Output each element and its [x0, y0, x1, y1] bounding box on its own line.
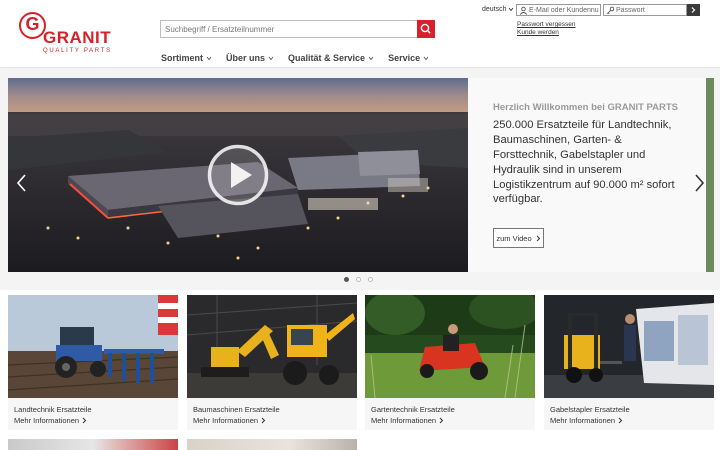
card-more-label: Mehr Informationen: [550, 416, 616, 425]
hero-text-panel: Herzlich Willkommen bei GRANIT PARTS 250…: [468, 78, 706, 272]
card-title: Baumaschinen Ersatzteile: [193, 405, 280, 414]
card-title: Landtechnik Ersatzteile: [14, 405, 92, 414]
lawn-tractor-photo: [365, 295, 535, 398]
slider-pagination: [344, 277, 373, 282]
chevron-left-icon: [16, 174, 26, 192]
language-label: deutsch: [482, 6, 507, 13]
logo-tagline: QUALITY PARTS: [43, 48, 112, 54]
excavator-warehouse-photo: [187, 295, 357, 398]
card-more-label: Mehr Informationen: [193, 416, 259, 425]
password-field: [603, 4, 687, 16]
slider-dot-1[interactable]: [344, 277, 349, 282]
search-icon: [420, 23, 431, 34]
card-image: [8, 295, 178, 398]
card-image: [187, 295, 357, 398]
card-title: Gartentechnik Ersatzteile: [371, 405, 455, 414]
nav-item-label: Über uns: [226, 53, 266, 63]
card-more-label: Mehr Informationen: [14, 416, 80, 425]
category-card-landtechnik[interactable]: Landtechnik Ersatzteile Mehr Information…: [8, 295, 178, 430]
video-button[interactable]: zum Video: [493, 228, 544, 248]
nav-item-qualitaet-service[interactable]: Qualität & Service: [288, 52, 374, 64]
chevron-down-icon: [268, 56, 274, 60]
category-card-gabelstapler[interactable]: Gabelstapler Ersatzteile Mehr Informatio…: [544, 295, 714, 430]
search-input[interactable]: [161, 21, 418, 37]
slider-next-button[interactable]: [692, 173, 706, 193]
granit-logo[interactable]: G GRANIT QUALITY PARTS: [19, 12, 114, 56]
main-nav: Sortiment Über uns Qualität & Service Se…: [161, 52, 429, 64]
search-bar: [160, 20, 435, 38]
key-icon: [606, 6, 615, 15]
chevron-down-icon: [206, 56, 212, 60]
email-input[interactable]: [529, 5, 600, 15]
forklift-van-photo: [544, 295, 714, 398]
user-icon: [519, 6, 528, 15]
category-card-partial-image[interactable]: [8, 439, 178, 450]
slider-dot-3[interactable]: [368, 277, 373, 282]
nav-item-label: Sortiment: [161, 53, 204, 63]
hero-slider: Herzlich Willkommen bei GRANIT PARTS 250…: [0, 68, 720, 290]
register-link[interactable]: Kunde werden: [517, 29, 559, 36]
card-title: Gabelstapler Ersatzteile: [550, 405, 630, 414]
category-card-partial-image[interactable]: [187, 439, 357, 450]
hero-description: 250.000 Ersatzteile für Landtechnik, Bau…: [493, 119, 675, 206]
play-icon: [207, 144, 269, 206]
login-button[interactable]: [687, 4, 700, 16]
card-more-link[interactable]: Mehr Informationen: [550, 416, 623, 425]
chevron-right-icon: [618, 417, 623, 424]
card-more-link[interactable]: Mehr Informationen: [14, 416, 87, 425]
chevron-down-icon: [368, 56, 374, 60]
play-video-button[interactable]: [207, 144, 269, 206]
nav-item-label: Qualität & Service: [288, 53, 366, 63]
email-field: [516, 4, 601, 16]
next-slide-preview: [706, 78, 714, 272]
chevron-down-icon: [423, 56, 429, 60]
chevron-right-icon: [439, 417, 444, 424]
nav-item-ueber-uns[interactable]: Über uns: [226, 52, 274, 64]
password-input[interactable]: [616, 5, 686, 15]
card-more-label: Mehr Informationen: [371, 416, 437, 425]
chevron-down-icon: [508, 7, 513, 11]
card-image: [365, 295, 535, 398]
site-header: G GRANIT QUALITY PARTS deutsch: [0, 0, 720, 68]
chevron-right-icon: [536, 235, 540, 241]
nav-item-service[interactable]: Service: [388, 52, 429, 64]
category-card-baumaschinen[interactable]: Baumaschinen Ersatzteile Mehr Informatio…: [187, 295, 357, 430]
chevron-right-icon: [82, 417, 87, 424]
logo-wordmark: GRANIT: [43, 28, 112, 47]
forgot-password-link[interactable]: Passwort vergessen: [517, 21, 576, 28]
slider-dot-2[interactable]: [356, 277, 361, 282]
logo-letter: G: [25, 14, 40, 34]
video-button-label: zum Video: [496, 233, 532, 243]
chevron-right-icon: [261, 417, 266, 424]
card-image: [544, 295, 714, 398]
category-card-gartentechnik[interactable]: Gartentechnik Ersatzteile Mehr Informati…: [365, 295, 535, 430]
card-more-link[interactable]: Mehr Informationen: [193, 416, 266, 425]
nav-item-label: Service: [388, 53, 421, 63]
card-more-link[interactable]: Mehr Informationen: [371, 416, 444, 425]
chevron-right-icon: [695, 174, 705, 192]
hero-kicker: Herzlich Willkommen bei GRANIT PARTS: [493, 102, 679, 113]
chevron-right-icon: [691, 7, 696, 13]
tractor-field-photo: [8, 295, 178, 398]
slider-prev-button[interactable]: [15, 173, 29, 193]
language-selector[interactable]: deutsch: [482, 6, 514, 13]
nav-item-sortiment[interactable]: Sortiment: [161, 52, 212, 64]
search-button[interactable]: [417, 20, 435, 38]
hero-video-still[interactable]: [8, 78, 468, 272]
